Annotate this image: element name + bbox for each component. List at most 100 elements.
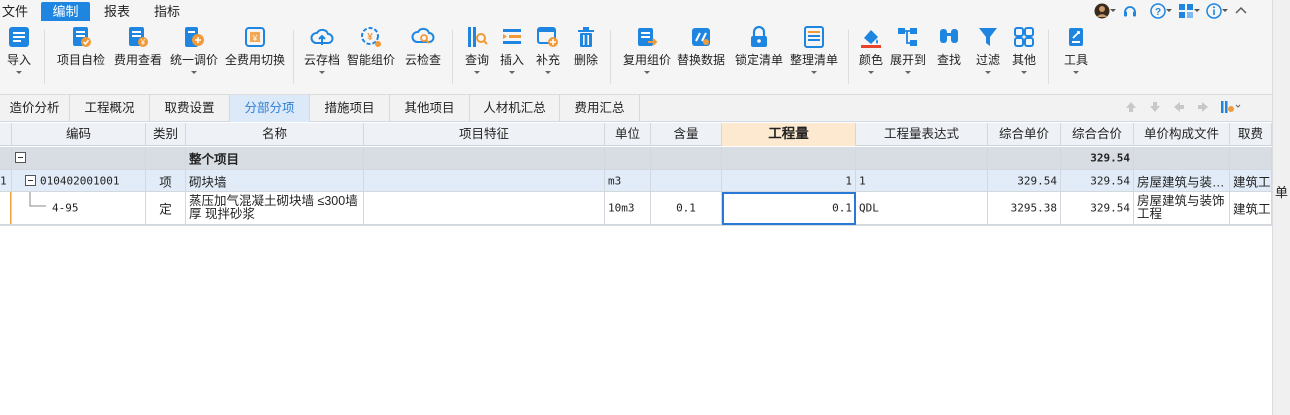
collapse-ribbon-icon[interactable] xyxy=(1234,3,1248,19)
supplement-button[interactable]: 补充 xyxy=(534,25,562,89)
help-icon[interactable]: ? xyxy=(1150,3,1172,19)
tab-project-overview[interactable]: 工程概况 xyxy=(70,95,150,122)
replace-data-button[interactable]: 替换数据 xyxy=(676,25,726,89)
header-fee[interactable]: 取费 xyxy=(1230,123,1272,146)
menu-file[interactable]: 文件▾ xyxy=(0,2,30,37)
tab-sub-items[interactable]: 分部分项 xyxy=(230,95,310,122)
project-check-button[interactable]: 项目自检 xyxy=(56,25,106,89)
table-row-total[interactable]: 整个项目 329.54 xyxy=(0,147,1272,170)
header-total-price[interactable]: 综合合价 xyxy=(1061,123,1134,146)
quota-quantity-cell[interactable]: 0.1 xyxy=(722,192,856,225)
full-cost-switch-button[interactable]: ¥ 全费用切换 xyxy=(224,25,286,89)
table-row-item[interactable]: 1 010402001001 项 砌块墙 m3 1 1 329.54 329.5… xyxy=(0,170,1272,192)
query-button[interactable]: 查询 xyxy=(463,25,491,89)
find-button[interactable]: 查找 xyxy=(935,25,963,89)
tab-measures[interactable]: 措施项目 xyxy=(310,95,390,122)
filter-button[interactable]: 过滤 xyxy=(974,25,1002,89)
quota-total-price-cell[interactable]: 329.54 xyxy=(1061,192,1134,225)
item-content-cell[interactable] xyxy=(651,170,722,192)
tools-button[interactable]: 工具 xyxy=(1062,25,1090,89)
menu-report[interactable]: 报表 xyxy=(102,2,132,21)
reuse-pricing-button[interactable]: 复用组价 xyxy=(621,25,673,89)
adjust-price-icon xyxy=(185,27,204,47)
fee-view-button[interactable]: ¥ 费用查看 xyxy=(113,25,163,89)
tab-fee-settings[interactable]: 取费设置 xyxy=(150,95,230,122)
table-row-quota[interactable]: 4-95 定 蒸压加气混凝土砌块墙 ≤300墙厚 现拌砂浆 10m3 0.1 0… xyxy=(0,192,1272,226)
item-unit-price-cell[interactable]: 329.54 xyxy=(988,170,1061,192)
import-button[interactable]: 导入 xyxy=(4,25,34,89)
header-content[interactable]: 含量 xyxy=(651,123,722,146)
quota-unit-price-cell[interactable]: 3295.38 xyxy=(988,192,1061,225)
quota-price-file-cell[interactable]: 房屋建筑与装饰工程 xyxy=(1134,192,1230,225)
item-quantity-cell[interactable]: 1 xyxy=(722,170,856,192)
item-code-cell[interactable]: 010402001001 xyxy=(12,170,146,192)
apps-grid-icon[interactable] xyxy=(1178,3,1200,19)
table-header: 编码 类别 名称 项目特征 单位 含量 工程量 工程量表达式 综合单价 综合合价… xyxy=(0,123,1272,146)
side-panel-label[interactable]: 单 xyxy=(1275,182,1288,201)
quota-features-cell[interactable] xyxy=(364,192,605,225)
total-price-cell[interactable]: 329.54 xyxy=(1061,147,1134,170)
tab-cost-summary[interactable]: 费用汇总 xyxy=(560,95,640,122)
header-quantity-expression[interactable]: 工程量表达式 xyxy=(856,123,988,146)
color-fill-icon xyxy=(861,30,881,48)
color-button[interactable]: 颜色 xyxy=(857,25,885,89)
menu-edit[interactable]: 编制 xyxy=(41,2,90,21)
smart-pricing-button[interactable]: ¥ 智能组价 xyxy=(346,25,396,89)
tab-labor-material-summary[interactable]: 人材机汇总 xyxy=(470,95,560,122)
move-up-icon[interactable] xyxy=(1124,100,1138,114)
user-avatar-icon[interactable] xyxy=(1094,3,1116,19)
header-name[interactable]: 名称 xyxy=(186,123,364,146)
item-unit-cell[interactable]: m3 xyxy=(605,170,651,192)
info-icon[interactable] xyxy=(1206,3,1228,19)
quota-fee-cell[interactable]: 建筑工程 xyxy=(1230,192,1272,225)
quota-unit-cell[interactable]: 10m3 xyxy=(605,192,651,225)
adjust-price-button[interactable]: 统一调价 xyxy=(168,25,220,89)
headset-icon[interactable] xyxy=(1122,3,1142,19)
delete-icon xyxy=(578,27,594,47)
header-unit[interactable]: 单位 xyxy=(605,123,651,146)
item-category-cell[interactable]: 项 xyxy=(146,170,186,192)
menu-bar: 文件▾ 编制 报表 指标 ? xyxy=(0,0,1272,37)
move-down-icon[interactable] xyxy=(1148,100,1162,114)
quota-code-cell[interactable]: 4-95 xyxy=(12,192,146,225)
module-tab-bar: 造价分析 工程概况 取费设置 分部分项 措施项目 其他项目 人材机汇总 费用汇总 xyxy=(0,95,1272,122)
move-left-icon[interactable] xyxy=(1172,100,1186,114)
table-empty-area[interactable] xyxy=(0,226,1272,415)
item-features-cell[interactable] xyxy=(364,170,605,192)
other-button[interactable]: 其他 xyxy=(1010,25,1038,89)
column-settings-icon[interactable] xyxy=(1220,100,1242,114)
svg-text:¥: ¥ xyxy=(140,38,146,47)
lock-list-button[interactable]: 锁定清单 xyxy=(734,25,784,89)
tab-cost-analysis[interactable]: 造价分析 xyxy=(0,95,70,122)
quota-name-cell[interactable]: 蒸压加气混凝土砌块墙 ≤300墙厚 现拌砂浆 xyxy=(186,192,364,225)
quota-category-cell[interactable]: 定 xyxy=(146,192,186,225)
item-name-cell[interactable]: 砌块墙 xyxy=(186,170,364,192)
side-panel[interactable]: 单 xyxy=(1272,0,1290,415)
header-features[interactable]: 项目特征 xyxy=(364,123,605,146)
header-quantity[interactable]: 工程量 xyxy=(722,123,856,146)
header-unit-price[interactable]: 综合单价 xyxy=(988,123,1061,146)
header-code[interactable]: 编码 xyxy=(12,123,146,146)
item-total-price-cell[interactable]: 329.54 xyxy=(1061,170,1134,192)
tree-connector xyxy=(29,192,46,207)
collapse-toggle[interactable] xyxy=(15,152,26,163)
tab-other-items[interactable]: 其他项目 xyxy=(390,95,470,122)
cloud-archive-button[interactable]: 云存档 xyxy=(303,25,341,89)
item-fee-cell[interactable]: 建筑工程 xyxy=(1230,170,1272,192)
move-right-icon[interactable] xyxy=(1196,100,1210,114)
item-expression-cell[interactable]: 1 xyxy=(856,170,988,192)
svg-text:¥: ¥ xyxy=(367,32,373,43)
collapse-toggle[interactable] xyxy=(25,174,36,186)
organize-list-button[interactable]: 整理清单 xyxy=(789,25,839,89)
expand-to-button[interactable]: 展开到 xyxy=(888,25,928,89)
total-name[interactable]: 整个项目 xyxy=(186,147,364,170)
cloud-check-button[interactable]: 云检查 xyxy=(404,25,442,89)
header-price-file[interactable]: 单价构成文件 xyxy=(1134,123,1230,146)
menu-index[interactable]: 指标 xyxy=(152,2,182,21)
item-price-file-cell[interactable]: 房屋建筑与装… xyxy=(1134,170,1230,192)
delete-button[interactable]: 删除 xyxy=(572,25,600,89)
insert-button[interactable]: 插入 xyxy=(498,25,526,89)
quota-expression-cell[interactable]: QDL xyxy=(856,192,988,225)
header-category[interactable]: 类别 xyxy=(146,123,186,146)
quota-content-cell[interactable]: 0.1 xyxy=(651,192,722,225)
